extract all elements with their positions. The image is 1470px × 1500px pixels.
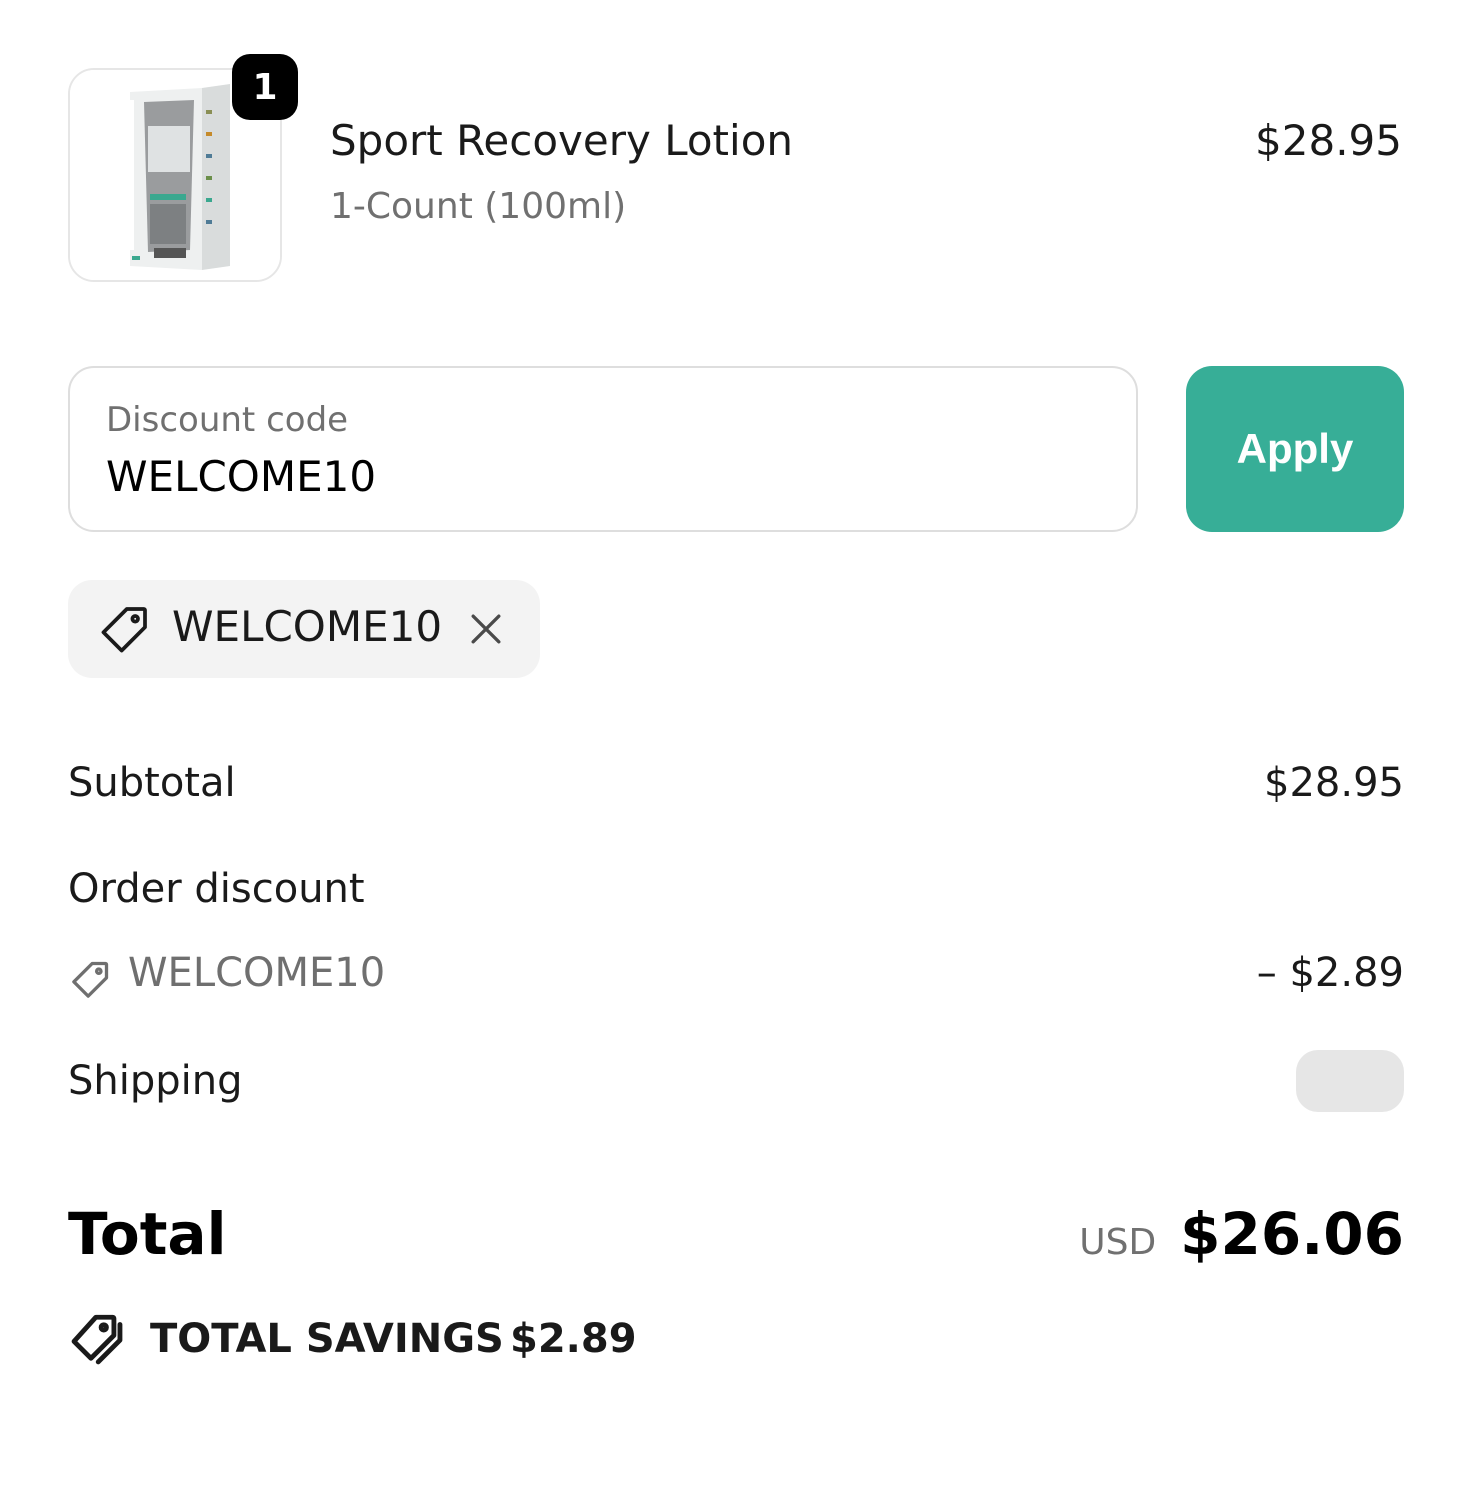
order-discount-label: Order discount xyxy=(68,866,365,912)
discount-code-input[interactable]: WELCOME10 xyxy=(106,452,376,501)
total-savings-value: $2.89 xyxy=(510,1316,637,1362)
product-name: Sport Recovery Lotion xyxy=(330,116,794,165)
tags-icon xyxy=(71,1314,123,1365)
total-savings-label: TOTAL SAVINGS xyxy=(150,1316,504,1362)
discount-code-field[interactable]: Discount code WELCOME10 xyxy=(68,366,1138,532)
close-icon[interactable] xyxy=(464,607,508,651)
quantity-badge: 1 xyxy=(232,54,298,120)
total-value: $26.06 xyxy=(1180,1200,1404,1268)
discount-code-label: Discount code xyxy=(106,400,349,440)
applied-code-label: WELCOME10 xyxy=(172,602,443,651)
applied-code-chip: WELCOME10 xyxy=(68,580,540,678)
subtotal-label: Subtotal xyxy=(68,760,236,806)
apply-button[interactable]: Apply xyxy=(1186,366,1404,532)
shipping-label: Shipping xyxy=(68,1058,243,1104)
tag-icon xyxy=(101,607,147,653)
order-discount-amount: – $2.89 xyxy=(1256,950,1404,996)
total-label: Total xyxy=(68,1200,227,1268)
product-price: $28.95 xyxy=(1255,116,1402,165)
shipping-value-placeholder xyxy=(1296,1050,1404,1112)
order-discount-code: WELCOME10 xyxy=(128,950,386,996)
tag-icon xyxy=(72,961,109,998)
subtotal-value: $28.95 xyxy=(1264,760,1404,806)
total-currency: USD xyxy=(1079,1222,1157,1263)
total-amount: USD $26.06 xyxy=(1079,1200,1404,1268)
product-variant: 1-Count (100ml) xyxy=(330,186,627,227)
